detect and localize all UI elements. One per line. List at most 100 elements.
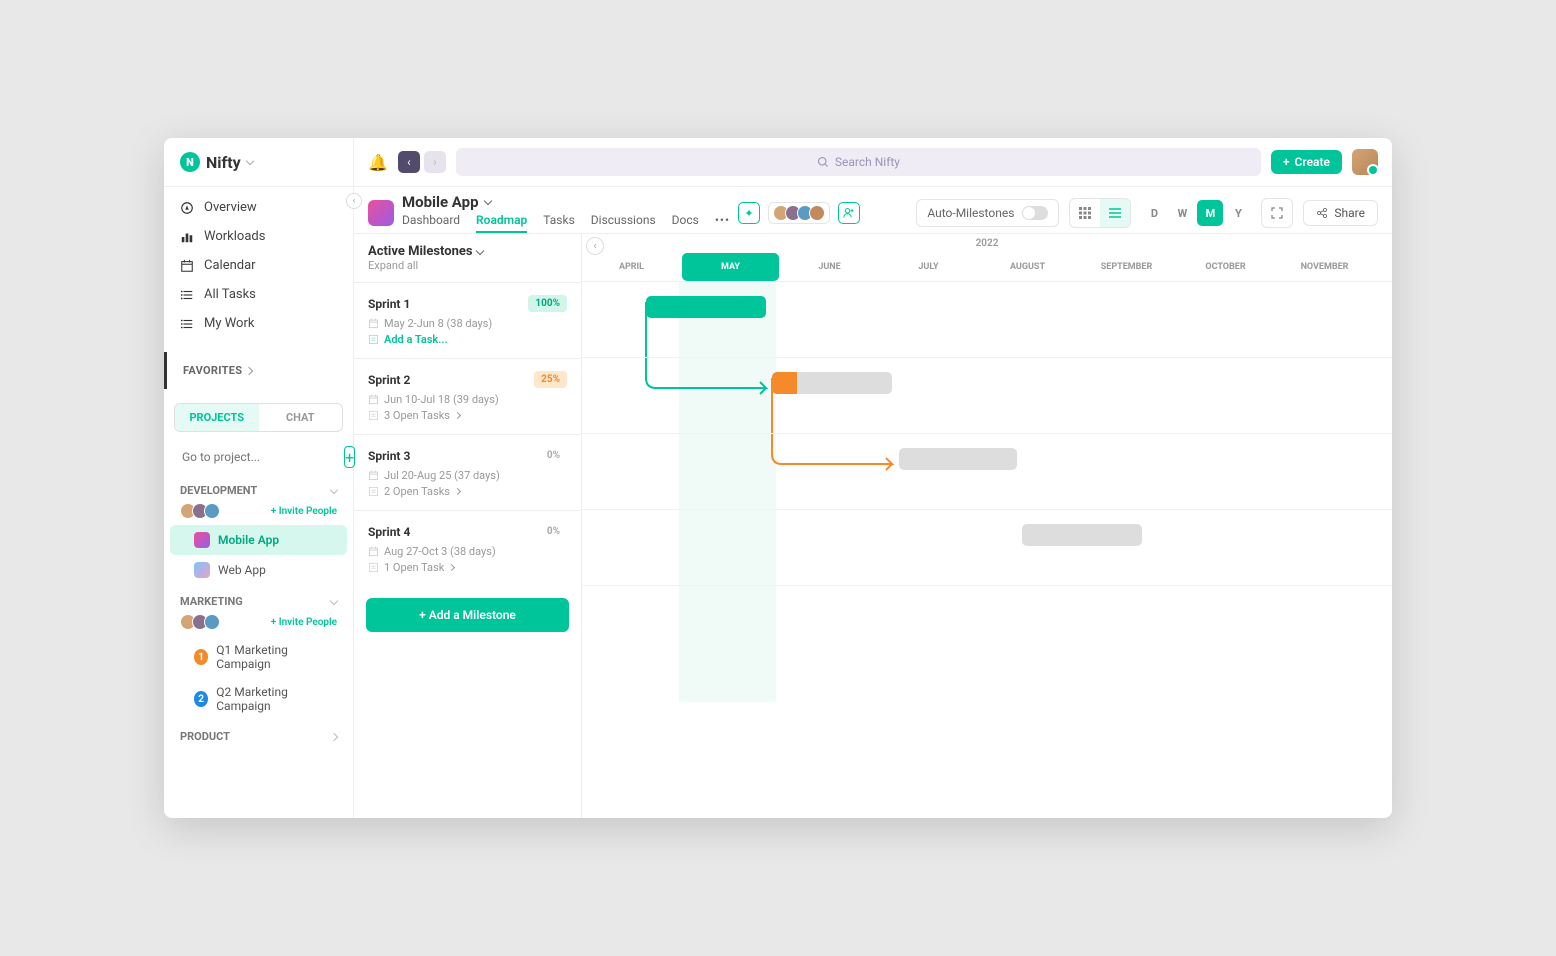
milestone-item-1[interactable]: Sprint 1 100% May 2-Jun 8 (38 days) Add … xyxy=(354,282,581,358)
month-april[interactable]: APRIL xyxy=(583,253,680,281)
project-title-row[interactable]: Mobile App xyxy=(402,193,730,211)
open-tasks-link[interactable]: 3 Open Tasks xyxy=(368,409,567,422)
gantt-bar-4[interactable] xyxy=(1022,524,1142,546)
tab-projects[interactable]: PROJECTS xyxy=(175,404,259,431)
share-icon xyxy=(1316,207,1328,219)
auto-milestones-toggle[interactable]: Auto-Milestones xyxy=(916,199,1059,227)
share-button[interactable]: Share xyxy=(1303,200,1378,226)
tab-chat[interactable]: CHAT xyxy=(259,404,343,431)
open-tasks-link[interactable]: 2 Open Tasks xyxy=(368,485,567,498)
month-july[interactable]: JULY xyxy=(880,253,977,281)
milestone-item-2[interactable]: Sprint 2 25% Jun 10-Jul 18 (39 days) 3 O… xyxy=(354,358,581,434)
milestone-item-3[interactable]: Sprint 3 0% Jul 20-Aug 25 (37 days) 2 Op… xyxy=(354,434,581,510)
calendar-icon xyxy=(368,394,379,405)
search-icon xyxy=(817,156,829,168)
project-item-q1-marketing-campaign[interactable]: 1Q1 Marketing Campaign xyxy=(170,636,347,678)
group-header-marketing[interactable]: MARKETING xyxy=(164,585,353,612)
zoom-d-button[interactable]: D xyxy=(1141,200,1167,226)
search-bar[interactable]: Search Nifty xyxy=(456,148,1261,176)
nav-item-overview[interactable]: Overview xyxy=(164,193,353,222)
app-window: N Nifty Overview Workloads Calendar All … xyxy=(164,138,1392,818)
invite-link[interactable]: + Invite People xyxy=(271,617,337,628)
milestone-dates: Aug 27-Oct 3 (38 days) xyxy=(368,545,567,558)
project-item-mobile-app[interactable]: Mobile App xyxy=(170,525,347,555)
nav-forward-button[interactable]: › xyxy=(424,151,446,173)
project-tabs: Dashboard Roadmap Tasks Discussions Docs ••• xyxy=(402,213,730,233)
month-may[interactable]: MAY xyxy=(682,253,779,281)
gantt-bar-2[interactable] xyxy=(772,372,892,394)
group-name: PRODUCT xyxy=(180,730,230,743)
month-september[interactable]: SEPTEMBER xyxy=(1078,253,1175,281)
year-label: 2022 xyxy=(582,234,1392,253)
more-tabs-button[interactable]: ••• xyxy=(715,213,730,233)
nav-item-workloads[interactable]: Workloads xyxy=(164,222,353,251)
favorites-section[interactable]: FAVORITES xyxy=(164,352,353,389)
nav-list: Overview Workloads Calendar All Tasks My… xyxy=(164,186,353,344)
calendar-icon xyxy=(368,470,379,481)
milestone-item-4[interactable]: Sprint 4 0% Aug 27-Oct 3 (38 days) 1 Ope… xyxy=(354,510,581,586)
nav-item-my-work[interactable]: My Work xyxy=(164,309,353,338)
gantt-chart[interactable]: ‹ 2022 APRILMAYJUNEJULYAUGUSTSEPTEMBEROC… xyxy=(582,234,1392,818)
open-tasks-link[interactable]: 1 Open Task xyxy=(368,561,567,574)
bell-icon[interactable]: 🔔 xyxy=(368,153,388,172)
milestone-list: Sprint 1 100% May 2-Jun 8 (38 days) Add … xyxy=(354,282,581,586)
expand-all-button[interactable]: Expand all xyxy=(368,259,567,272)
sidebar-tabs: PROJECTS CHAT xyxy=(174,403,343,432)
gantt-row-3 xyxy=(582,434,1392,510)
fullscreen-group xyxy=(1261,198,1293,228)
panel-title: Active Milestones xyxy=(368,244,473,259)
tab-dashboard[interactable]: Dashboard xyxy=(402,213,460,233)
brand-dropdown[interactable]: N Nifty xyxy=(164,138,353,186)
nav-item-calendar[interactable]: Calendar xyxy=(164,251,353,280)
zoom-w-button[interactable]: W xyxy=(1169,200,1195,226)
gantt-bar-3[interactable] xyxy=(899,448,1017,470)
group-header-development[interactable]: DEVELOPMENT xyxy=(164,474,353,501)
project-item-web-app[interactable]: Web App xyxy=(170,555,347,585)
project-icon xyxy=(194,532,210,548)
add-task-link[interactable]: Add a Task... xyxy=(368,333,567,346)
tab-docs[interactable]: Docs xyxy=(672,213,699,233)
member-avatars[interactable] xyxy=(768,202,830,224)
zoom-m-button[interactable]: M xyxy=(1197,200,1223,226)
project-item-q2-marketing-campaign[interactable]: 2Q2 Marketing Campaign xyxy=(170,678,347,720)
create-button[interactable]: + Create xyxy=(1271,150,1342,174)
gantt-bar-1[interactable] xyxy=(646,296,766,318)
month-june[interactable]: JUNE xyxy=(781,253,878,281)
milestone-dates: May 2-Jun 8 (38 days) xyxy=(368,317,567,330)
avatar xyxy=(204,503,220,519)
gantt-scroll-back-button[interactable]: ‹ xyxy=(586,237,604,255)
fullscreen-button[interactable] xyxy=(1262,199,1292,227)
milestone-name: Sprint 1 xyxy=(368,297,410,311)
zoom-y-button[interactable]: Y xyxy=(1225,200,1251,226)
nav-back-button[interactable]: ‹ xyxy=(398,151,420,173)
chevron-down-icon xyxy=(475,246,483,254)
group-meta: + Invite People xyxy=(164,612,353,636)
grid-view-button[interactable] xyxy=(1070,199,1100,227)
list-view-button[interactable] xyxy=(1100,199,1130,227)
group-header-product[interactable]: PRODUCT xyxy=(164,720,353,747)
auto-milestones-label: Auto-Milestones xyxy=(927,206,1014,220)
collapse-sidebar-button[interactable]: ‹ xyxy=(346,193,362,209)
month-august[interactable]: AUGUST xyxy=(979,253,1076,281)
avatar xyxy=(204,614,220,630)
bolt-button[interactable]: ✦ xyxy=(738,202,760,224)
tab-tasks[interactable]: Tasks xyxy=(543,213,575,233)
month-november[interactable]: NOVEMBER xyxy=(1276,253,1373,281)
fullscreen-icon xyxy=(1271,207,1283,219)
add-member-button[interactable] xyxy=(838,202,860,224)
share-label: Share xyxy=(1334,206,1365,220)
tab-discussions[interactable]: Discussions xyxy=(591,213,656,233)
chevron-right-icon xyxy=(448,564,455,571)
add-milestone-button[interactable]: + Add a Milestone xyxy=(366,598,569,632)
task-text: 2 Open Tasks xyxy=(384,485,450,498)
zoom-group: DWMY xyxy=(1141,200,1251,226)
badge-icon: 2 xyxy=(194,691,208,707)
user-avatar[interactable] xyxy=(1352,149,1378,175)
goto-project-input[interactable] xyxy=(182,450,338,464)
invite-link[interactable]: + Invite People xyxy=(271,506,337,517)
panel-title-row[interactable]: Active Milestones xyxy=(368,244,567,259)
project-icon xyxy=(194,562,210,578)
month-october[interactable]: OCTOBER xyxy=(1177,253,1274,281)
nav-item-all-tasks[interactable]: All Tasks xyxy=(164,280,353,309)
tab-roadmap[interactable]: Roadmap xyxy=(476,213,527,233)
